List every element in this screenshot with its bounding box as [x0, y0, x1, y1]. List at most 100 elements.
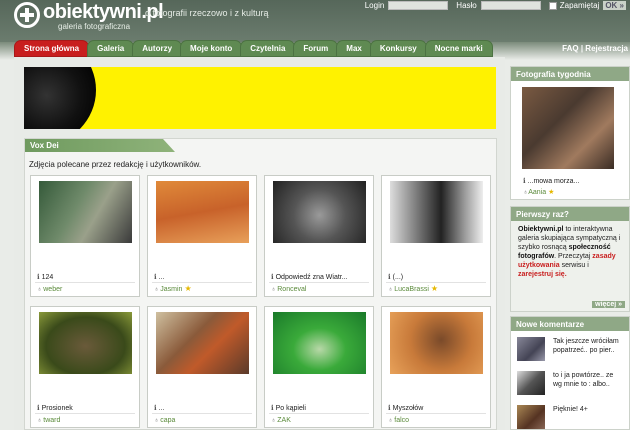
password-label: Hasło	[456, 1, 477, 10]
login-input[interactable]	[388, 1, 449, 10]
photo-card[interactable]: 124 weber	[30, 175, 140, 297]
comment-item[interactable]: Pięknie! 4+	[517, 405, 625, 430]
author-name[interactable]: falco	[394, 417, 409, 424]
star-icon: ★	[184, 284, 192, 293]
login-ok-button[interactable]: OK »	[603, 1, 626, 10]
author-name[interactable]: capa	[160, 417, 175, 424]
photo-title[interactable]: Myszołów	[388, 404, 486, 412]
photo-author[interactable]: weber	[37, 286, 62, 293]
photo-thumbnail[interactable]	[390, 312, 483, 374]
photo-of-week-box: Fotografia tygodnia ...mowa morza... Aan…	[510, 66, 630, 200]
divider	[152, 413, 252, 414]
star-icon: ★	[548, 189, 555, 196]
banner-ad[interactable]	[24, 67, 496, 129]
comment-text[interactable]: Pięknie! 4+	[553, 405, 623, 414]
author-name[interactable]: LucaBrassi	[394, 286, 429, 293]
photo-author[interactable]: ZAK	[271, 417, 291, 424]
photo-card[interactable]: Myszołów falco	[381, 306, 491, 428]
photo-thumbnail[interactable]	[273, 312, 366, 374]
logo-plus-icon	[14, 2, 40, 28]
photo-author[interactable]: capa	[154, 417, 175, 424]
divider	[35, 282, 135, 283]
intro-text: Obiektywni.pl to interaktywna galeria sk…	[518, 225, 622, 279]
tab-nocne-marki[interactable]: Nocne marki	[424, 40, 493, 57]
site-tagline: o fotografii rzeczowo i z kulturą	[145, 8, 269, 18]
main-nav: Strona główna Galeria Autorzy Moje konto…	[14, 40, 630, 57]
section-title: Vox Dei	[25, 139, 175, 152]
photo-card[interactable]: ... capa	[147, 306, 257, 428]
tab-galeria[interactable]: Galeria	[87, 40, 135, 57]
comment-text[interactable]: Tak jeszcze wróciłam popatrzeć.. po pier…	[553, 337, 623, 355]
photo-title[interactable]: (...)	[388, 273, 486, 281]
photo-author[interactable]: Ronceval	[271, 286, 306, 293]
author-name[interactable]: ZAK	[277, 417, 291, 424]
password-input[interactable]	[480, 1, 541, 10]
main-content: Vox Dei Zdjęcia polecane przez redakcję …	[14, 57, 505, 430]
comment-text[interactable]: to i ja powtórze.. ze wg mnie to : albo.…	[553, 371, 623, 389]
tab-autorzy[interactable]: Autorzy	[132, 40, 183, 57]
comment-thumbnail[interactable]	[517, 371, 545, 395]
photo-title[interactable]: ...	[154, 404, 252, 412]
author-name[interactable]: Jasmin	[160, 286, 182, 293]
author-name[interactable]: tward	[43, 417, 60, 424]
photo-author[interactable]: tward	[37, 417, 60, 424]
author-name[interactable]: Ronceval	[277, 286, 306, 293]
photo-author[interactable]: falco	[388, 417, 409, 424]
photo-title[interactable]: ...	[154, 273, 252, 281]
box-header: Nowe komentarze	[511, 317, 629, 331]
photo-thumbnail[interactable]	[390, 181, 483, 243]
tab-forum[interactable]: Forum	[293, 40, 339, 57]
author-name[interactable]: Aania	[528, 189, 546, 196]
intro-site-name: Obiektywni.pl	[518, 226, 564, 233]
intro-text-3: serwisu i	[559, 262, 589, 269]
tab-moje-konto[interactable]: Moje konto	[180, 40, 243, 57]
tab-konkursy[interactable]: Konkursy	[369, 40, 427, 57]
photo-title[interactable]: Prosionek	[37, 404, 135, 412]
photo-card[interactable]: ... Jasmin★	[147, 175, 257, 297]
photo-title[interactable]: Po kąpieli	[271, 404, 369, 412]
remember-label: Zapamiętaj	[559, 1, 600, 10]
photo-thumbnail[interactable]	[156, 312, 249, 374]
photo-title[interactable]: 124	[37, 273, 135, 281]
site-header: obiektywni.pl galeria fotograficzna o fo…	[0, 0, 630, 42]
new-comments-box: Nowe komentarze Tak jeszcze wróciłam pop…	[510, 316, 630, 430]
more-button[interactable]: więcej »	[592, 301, 625, 308]
lens-graphic	[24, 67, 96, 129]
first-time-box: Pierwszy raz? Obiektywni.pl to interakty…	[510, 206, 630, 312]
star-icon: ★	[430, 284, 439, 293]
remember-checkbox[interactable]	[548, 1, 557, 10]
sidebar: Fotografia tygodnia ...mowa morza... Aan…	[510, 66, 630, 430]
photo-thumbnail[interactable]	[39, 312, 132, 374]
photo-card[interactable]: Po kąpieli ZAK	[264, 306, 374, 428]
photo-card[interactable]: Odpowiedź zna Wiatr... Ronceval	[264, 175, 374, 297]
site-logo[interactable]: obiektywni.pl galeria fotograficzna	[14, 2, 164, 31]
comment-item[interactable]: Tak jeszcze wróciłam popatrzeć.. po pier…	[517, 337, 625, 367]
photo-title[interactable]: ...mowa morza...	[523, 177, 580, 185]
photo-author[interactable]: LucaBrassi★	[388, 284, 438, 293]
intro-text-2: . Przeczytaj	[554, 253, 593, 260]
tab-strona-glowna[interactable]: Strona główna	[14, 40, 90, 57]
divider	[269, 282, 369, 283]
photo-author[interactable]: Aania★	[523, 188, 554, 196]
divider	[152, 282, 252, 283]
photo-thumbnail[interactable]	[39, 181, 132, 243]
photo-card[interactable]: (...) LucaBrassi★	[381, 175, 491, 297]
login-form: Login Hasło Zapamiętaj OK »	[365, 1, 626, 10]
comment-item[interactable]: to i ja powtórze.. ze wg mnie to : albo.…	[517, 371, 625, 401]
photo-author[interactable]: Jasmin★	[154, 284, 192, 293]
author-name[interactable]: weber	[43, 286, 62, 293]
faq-registration-links[interactable]: FAQ | Rejestracja	[562, 40, 628, 57]
tab-czytelnia[interactable]: Czytelnia	[240, 40, 296, 57]
logo-subtitle: galeria fotograficzna	[58, 22, 131, 31]
photo-thumbnail[interactable]	[273, 181, 366, 243]
photo-of-week-thumbnail[interactable]	[522, 87, 614, 169]
photo-title[interactable]: Odpowiedź zna Wiatr...	[271, 273, 369, 281]
divider	[269, 413, 369, 414]
photo-thumbnail[interactable]	[156, 181, 249, 243]
register-link[interactable]: zarejestruj się.	[518, 271, 567, 278]
photo-card[interactable]: Prosionek tward	[30, 306, 140, 428]
comment-thumbnail[interactable]	[517, 337, 545, 361]
box-header: Pierwszy raz?	[511, 207, 629, 221]
tab-max[interactable]: Max	[336, 40, 372, 57]
comment-thumbnail[interactable]	[517, 405, 545, 429]
